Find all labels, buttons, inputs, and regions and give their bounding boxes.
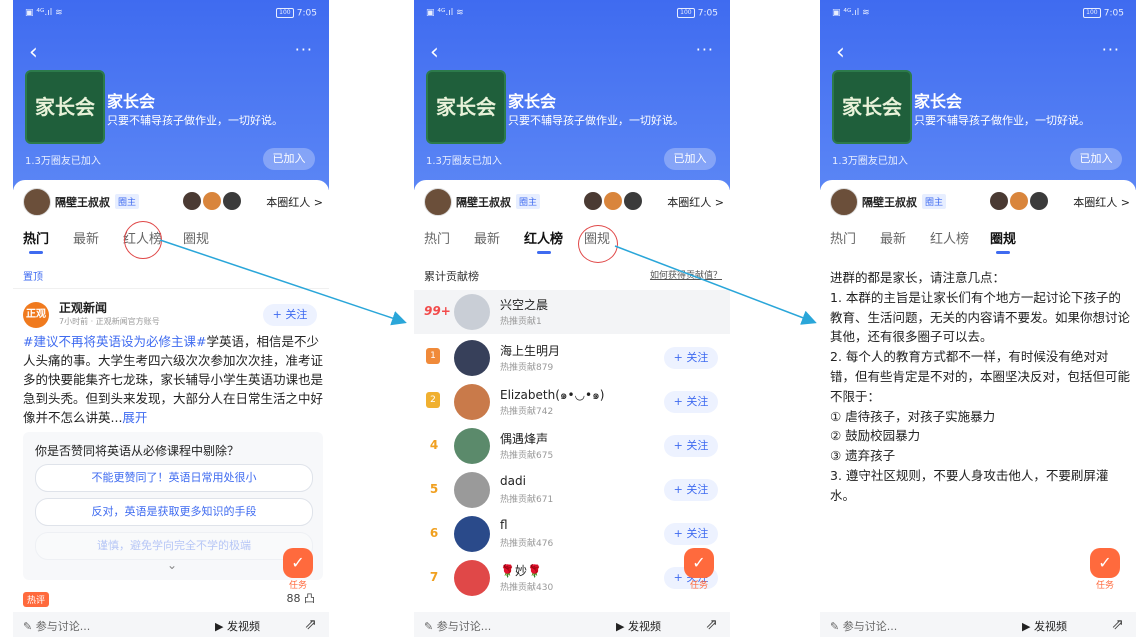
arrow-to-ranking xyxy=(159,239,407,326)
arrow-to-rules xyxy=(614,245,817,325)
annotation-arrows xyxy=(159,239,817,326)
